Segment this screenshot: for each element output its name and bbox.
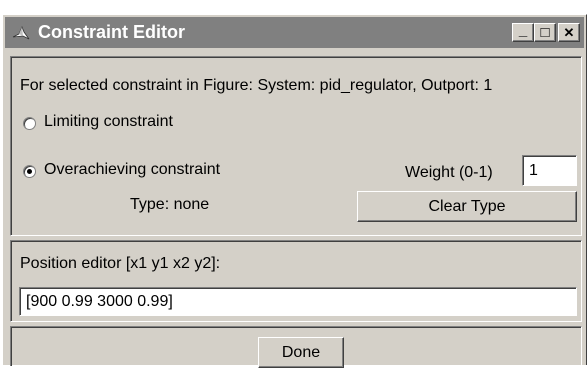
clear-type-button[interactable]: Clear Type	[357, 191, 577, 222]
maximize-button[interactable]: □	[534, 23, 556, 42]
weight-label: Weight (0-1)	[405, 164, 493, 181]
close-icon: ✕	[563, 25, 575, 40]
limiting-constraint-label: Limiting constraint	[44, 113, 173, 130]
done-button[interactable]: Done	[258, 337, 344, 368]
maximize-icon: □	[540, 24, 550, 41]
minimize-button[interactable]: _	[512, 23, 534, 42]
constraint-panel: For selected constraint in Figure: Syste…	[10, 56, 582, 236]
constraint-editor-window: Constraint Editor _ □ ✕ For selected con…	[2, 14, 587, 368]
close-button[interactable]: ✕	[558, 23, 580, 42]
limiting-constraint-radio[interactable]: Limiting constraint	[23, 113, 263, 135]
position-editor-input[interactable]: [900 0.99 3000 0.99]	[19, 287, 577, 316]
position-editor-panel: Position editor [x1 y1 x2 y2]: [900 0.99…	[10, 240, 582, 322]
overachieving-constraint-radio[interactable]: Overachieving constraint	[23, 161, 283, 183]
position-editor-label: Position editor [x1 y1 x2 y2]:	[20, 255, 221, 272]
minimize-icon: _	[518, 22, 528, 39]
radio-unselected-icon[interactable]	[23, 117, 36, 130]
title-bar[interactable]: Constraint Editor _ □ ✕	[5, 17, 584, 48]
overachieving-constraint-label: Overachieving constraint	[44, 161, 221, 178]
weight-input[interactable]: 1	[522, 155, 577, 186]
radio-selected-icon[interactable]	[23, 165, 36, 178]
footer-panel: Done	[10, 326, 582, 368]
window-title: Constraint Editor	[38, 22, 185, 42]
matlab-logo-icon	[11, 23, 31, 43]
type-text: Type: none	[130, 196, 210, 213]
constraint-description: For selected constraint in Figure: Syste…	[20, 77, 493, 94]
